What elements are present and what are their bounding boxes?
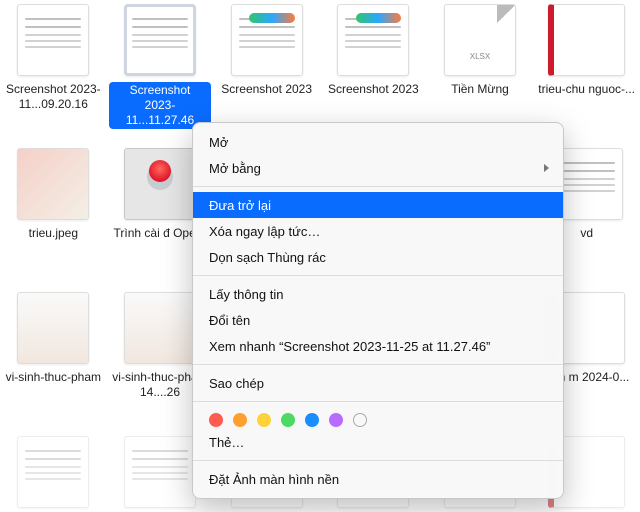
file-thumbnail: XLSX: [444, 4, 516, 76]
file-item[interactable]: Screenshot 2023: [322, 2, 425, 140]
menu-item-label: Đổi tên: [209, 313, 250, 328]
file-label: Tiền Mừng: [451, 82, 509, 97]
file-label: trieu.jpeg: [29, 226, 78, 241]
file-item[interactable]: Screenshot 2023: [215, 2, 318, 140]
tag-color[interactable]: [305, 413, 319, 427]
tag-color[interactable]: [281, 413, 295, 427]
file-thumbnail: [17, 4, 89, 76]
menu-tags-row: [193, 407, 563, 429]
file-label: vd: [580, 226, 593, 241]
file-thumbnail: [17, 436, 89, 508]
menu-separator: [193, 364, 563, 365]
tag-color[interactable]: [233, 413, 247, 427]
file-thumbnail: [124, 4, 196, 76]
menu-item-label: Lấy thông tin: [209, 287, 283, 302]
file-label: trieu-chu nguoc-...: [538, 82, 635, 97]
menu-item[interactable]: Xem nhanh “Screenshot 2023-11-25 at 11.2…: [193, 333, 563, 359]
file-thumbnail: [124, 292, 196, 364]
menu-separator: [193, 401, 563, 402]
file-label: vi-sinh-thuc-pham: [6, 370, 101, 385]
tag-color[interactable]: [257, 413, 271, 427]
file-thumbnail: [17, 292, 89, 364]
menu-item-label: Sao chép: [209, 376, 264, 391]
menu-item-label: Xem nhanh “Screenshot 2023-11-25 at 11.2…: [209, 339, 490, 354]
menu-separator: [193, 275, 563, 276]
menu-item-label: Đặt Ảnh màn hình nền: [209, 472, 339, 487]
file-thumbnail: [124, 148, 196, 220]
menu-item[interactable]: Đặt Ảnh màn hình nền: [193, 466, 563, 492]
menu-separator: [193, 186, 563, 187]
file-item[interactable]: trieu.jpeg: [2, 146, 105, 284]
opera-icon: [149, 160, 171, 182]
file-item[interactable]: trieu-chu nguoc-...: [535, 2, 638, 140]
file-label: Screenshot 2023-11...09.20.16: [3, 82, 103, 112]
menu-item[interactable]: Lấy thông tin: [193, 281, 563, 307]
tag-color[interactable]: [329, 413, 343, 427]
file-item[interactable]: XLSX Tiền Mừng: [429, 2, 532, 140]
menu-item[interactable]: Dọn sạch Thùng rác: [193, 244, 563, 270]
menu-item-label: Thẻ…: [209, 435, 244, 450]
file-item[interactable]: [2, 434, 105, 512]
file-item[interactable]: Screenshot 2023-11...11.27.46: [109, 2, 212, 140]
menu-item[interactable]: Đổi tên: [193, 307, 563, 333]
menu-item[interactable]: Sao chép: [193, 370, 563, 396]
file-thumbnail: [17, 148, 89, 220]
file-ext-label: XLSX: [445, 52, 515, 61]
menu-item[interactable]: Đưa trở lại: [193, 192, 563, 218]
file-thumbnail: [548, 4, 625, 76]
menu-separator: [193, 460, 563, 461]
menu-item-label: Mở bằng: [209, 161, 261, 176]
menu-item-label: Xóa ngay lập tức…: [209, 224, 320, 239]
menu-item[interactable]: Xóa ngay lập tức…: [193, 218, 563, 244]
menu-item[interactable]: Mở: [193, 129, 563, 155]
menu-item-label: Dọn sạch Thùng rác: [209, 250, 326, 265]
menu-item[interactable]: Mở bằng: [193, 155, 563, 181]
file-item[interactable]: vi-sinh-thuc-pham: [2, 290, 105, 428]
file-thumbnail: [231, 4, 303, 76]
menu-item-label: Mở: [209, 135, 228, 150]
tag-color[interactable]: [209, 413, 223, 427]
file-item[interactable]: Screenshot 2023-11...09.20.16: [2, 2, 105, 140]
file-thumbnail: [124, 436, 196, 508]
file-label: Screenshot 2023: [328, 82, 419, 97]
file-label: Screenshot 2023: [221, 82, 312, 97]
menu-item-label: Đưa trở lại: [209, 198, 271, 213]
tag-add-icon[interactable]: [353, 413, 367, 427]
menu-item[interactable]: Thẻ…: [193, 429, 563, 455]
context-menu: Mở Mở bằng Đưa trở lại Xóa ngay lập tức… Dọn…: [192, 122, 564, 499]
file-thumbnail: [337, 4, 409, 76]
